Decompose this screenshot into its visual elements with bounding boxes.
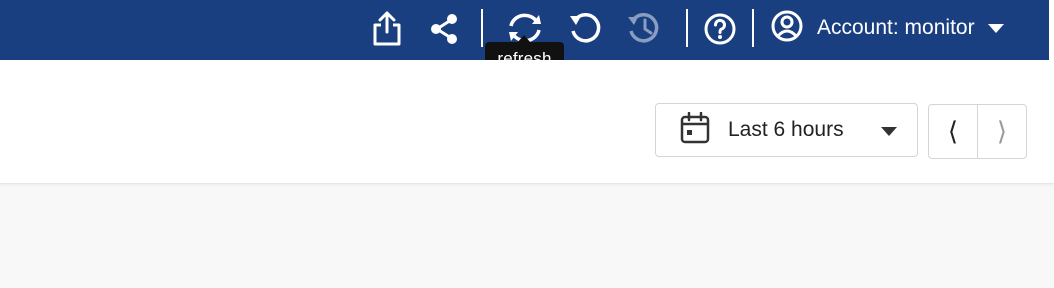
share-icon[interactable] [428, 13, 460, 45]
toolbar-divider [686, 9, 688, 47]
reload-icon[interactable] [567, 10, 603, 46]
history-icon [626, 10, 662, 46]
scrollbar-edge [1049, 0, 1054, 60]
account-label: Account: monitor [817, 16, 975, 39]
help-icon[interactable] [703, 12, 737, 46]
account-icon [770, 9, 804, 48]
chevron-down-icon [881, 127, 897, 136]
previous-range-button[interactable]: ⟨ [929, 105, 977, 158]
toolbar-divider [752, 9, 754, 47]
next-range-button[interactable]: ⟩ [977, 105, 1026, 158]
share-export-icon[interactable] [370, 10, 404, 48]
time-range-label: Last 6 hours [728, 118, 844, 141]
account-menu[interactable]: Account: monitor [770, 9, 1004, 48]
chevron-down-icon [987, 23, 1004, 33]
time-range-select[interactable]: Last 6 hours [655, 103, 918, 157]
calendar-icon [680, 111, 710, 149]
toolbar-divider [481, 9, 483, 47]
time-pager: ⟨ ⟩ [928, 104, 1027, 159]
